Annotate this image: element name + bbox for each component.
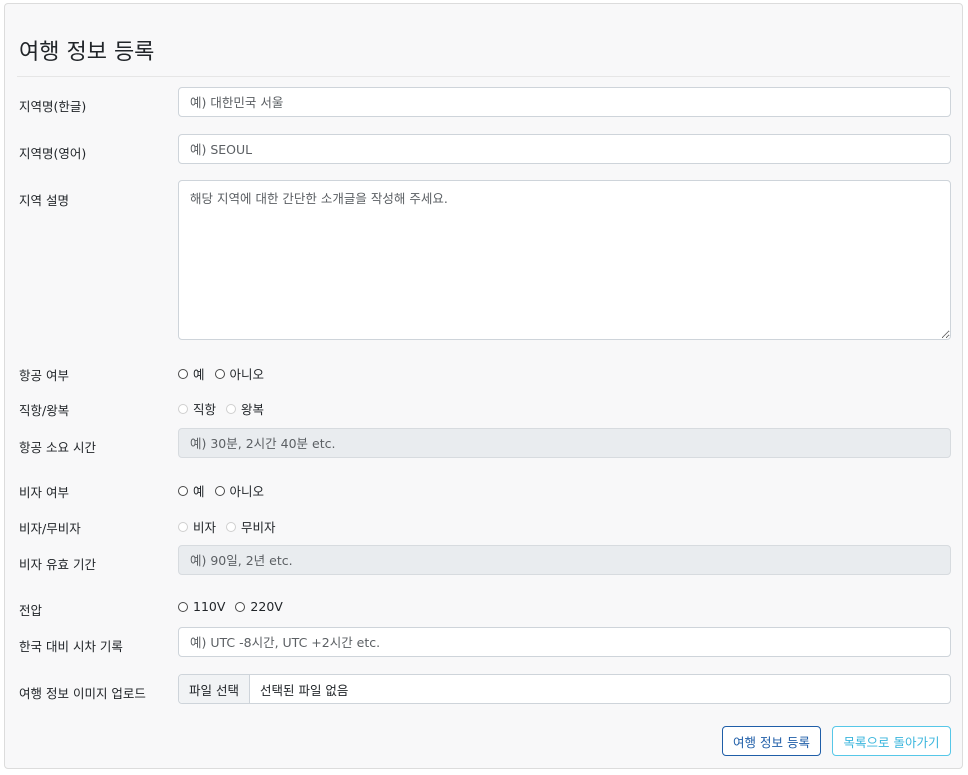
visa-period-label: 비자 유효 기간 <box>19 557 96 572</box>
radio-circle-icon[interactable] <box>178 485 188 496</box>
visa-no-radio[interactable]: 아니오 <box>214 481 264 500</box>
voltage-radio-group: 110V 220V <box>178 599 293 614</box>
region-kr-label: 지역명(한글) <box>19 99 87 114</box>
region-en-input[interactable] <box>178 134 951 164</box>
page-title: 여행 정보 등록 <box>19 40 155 65</box>
radio-circle-icon[interactable] <box>214 368 225 379</box>
file-status-text: 선택된 파일 없음 <box>259 682 349 698</box>
image-file-input[interactable]: 파일 선택 선택된 파일 없음 <box>178 674 951 704</box>
flight-time-input[interactable] <box>178 428 951 458</box>
flight-type-radio-group: 직항 왕복 <box>178 399 274 418</box>
flight-type-label: 직항/왕복 <box>19 403 70 418</box>
title-divider <box>17 76 950 77</box>
file-select-button[interactable]: 파일 선택 <box>179 675 250 703</box>
visa-type-label: 비자/무비자 <box>19 521 81 536</box>
radio-circle-icon[interactable] <box>235 601 246 612</box>
time-diff-input[interactable] <box>178 627 951 657</box>
flight-roundtrip-radio[interactable]: 왕복 <box>226 399 264 418</box>
voltage-110-radio[interactable]: 110V <box>178 599 225 614</box>
visa-free-radio[interactable]: 무비자 <box>226 517 276 536</box>
visa-period-input[interactable] <box>178 545 951 575</box>
voltage-label: 전압 <box>19 603 43 618</box>
flight-label: 항공 여부 <box>19 368 69 383</box>
region-en-label: 지역명(영어) <box>19 146 87 161</box>
radio-circle-icon[interactable] <box>226 521 237 532</box>
flight-yes-radio[interactable]: 예 <box>178 364 205 383</box>
visa-type-radio-group: 비자 무비자 <box>178 517 286 536</box>
back-to-list-button[interactable]: 목록으로 돌아가기 <box>832 726 951 756</box>
region-kr-input[interactable] <box>178 87 951 117</box>
visa-yes-radio[interactable]: 예 <box>178 481 205 500</box>
flight-no-radio[interactable]: 아니오 <box>214 364 264 383</box>
submit-travel-info-button[interactable]: 여행 정보 등록 <box>722 726 821 756</box>
form-card: 여행 정보 등록 지역명(한글) 지역명(영어) 지역 설명 항공 여부 예 <box>4 3 963 769</box>
flight-direct-radio[interactable]: 직항 <box>178 399 216 418</box>
visa-radio-group: 예 아니오 <box>178 481 274 500</box>
flight-radio-group: 예 아니오 <box>178 364 274 383</box>
radio-circle-icon[interactable] <box>178 403 188 414</box>
region-desc-textarea[interactable] <box>178 180 951 340</box>
radio-circle-icon[interactable] <box>178 521 188 532</box>
radio-circle-icon[interactable] <box>178 368 188 379</box>
voltage-220-radio[interactable]: 220V <box>235 599 283 614</box>
radio-circle-icon[interactable] <box>178 601 188 612</box>
region-desc-label: 지역 설명 <box>19 193 69 208</box>
image-upload-label: 여행 정보 이미지 업로드 <box>19 686 146 701</box>
visa-required-radio[interactable]: 비자 <box>178 517 216 536</box>
radio-circle-icon[interactable] <box>214 485 225 496</box>
time-diff-label: 한국 대비 시차 기록 <box>19 639 123 654</box>
visa-label: 비자 여부 <box>19 485 69 500</box>
flight-time-label: 항공 소요 시간 <box>19 440 96 455</box>
radio-circle-icon[interactable] <box>226 403 237 414</box>
